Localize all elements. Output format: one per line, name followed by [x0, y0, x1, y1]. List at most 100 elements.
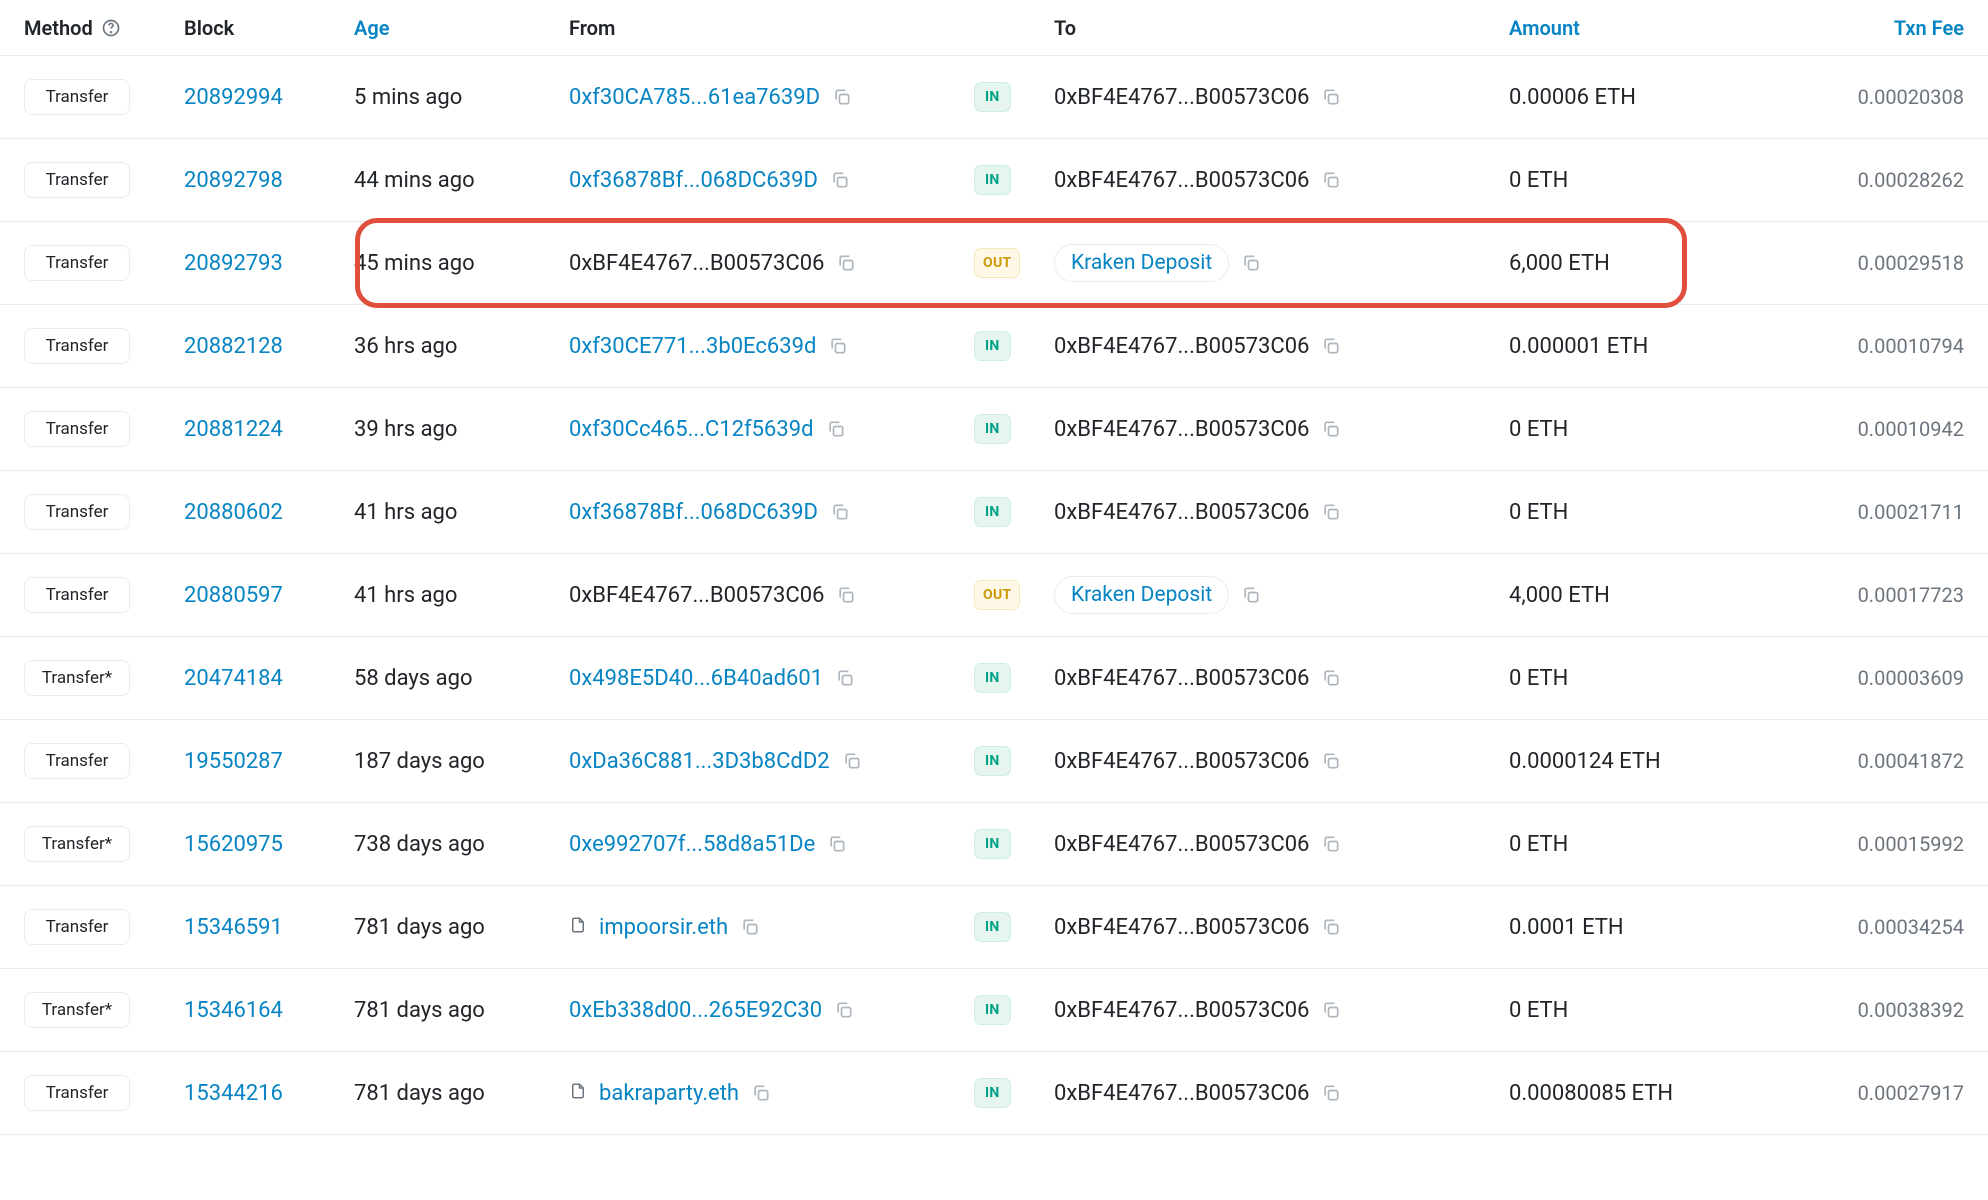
block-link[interactable]: 15346591	[184, 915, 283, 940]
from-address[interactable]: 0xf36878Bf...068DC639D	[569, 500, 818, 525]
block-link[interactable]: 19550287	[184, 749, 283, 774]
amount-value: 0.00080085 ETH	[1509, 1081, 1673, 1106]
from-address[interactable]: 0xf36878Bf...068DC639D	[569, 168, 818, 193]
copy-icon[interactable]	[736, 913, 764, 941]
block-link[interactable]: 20892793	[184, 251, 283, 276]
method-badge[interactable]: Transfer	[24, 743, 130, 779]
block-link[interactable]: 20880602	[184, 500, 283, 525]
copy-icon[interactable]	[826, 498, 854, 526]
amount-value: 0.00006 ETH	[1509, 85, 1636, 110]
method-badge[interactable]: Transfer*	[24, 826, 130, 862]
from-address[interactable]: 0xf30CA785...61ea7639D	[569, 85, 820, 110]
copy-icon[interactable]	[1317, 415, 1345, 443]
from-address[interactable]: bakraparty.eth	[599, 1081, 739, 1106]
amount-value: 0 ETH	[1509, 500, 1568, 525]
amount-value: 0 ETH	[1509, 168, 1568, 193]
method-badge[interactable]: Transfer*	[24, 660, 130, 696]
txn-fee-value: 0.00015992	[1858, 832, 1964, 856]
contract-icon	[569, 1082, 591, 1104]
copy-icon[interactable]	[830, 996, 858, 1024]
block-link[interactable]: 15346164	[184, 998, 283, 1023]
method-badge[interactable]: Transfer	[24, 577, 130, 613]
copy-icon[interactable]	[824, 332, 852, 360]
copy-icon[interactable]	[1317, 913, 1345, 941]
block-link[interactable]: 15620975	[184, 832, 283, 857]
help-icon[interactable]	[101, 18, 121, 38]
method-badge[interactable]: Transfer	[24, 79, 130, 115]
table-row: Transfer15344216781 days agobakraparty.e…	[0, 1052, 1988, 1135]
block-link[interactable]: 20892994	[184, 85, 283, 110]
copy-icon[interactable]	[1317, 996, 1345, 1024]
copy-icon[interactable]	[1317, 498, 1345, 526]
method-badge[interactable]: Transfer	[24, 1075, 130, 1111]
copy-icon[interactable]	[1317, 166, 1345, 194]
from-address: 0xBF4E4767...B00573C06	[569, 251, 824, 276]
from-address[interactable]: 0xDa36C881...3D3b8CdD2	[569, 749, 830, 774]
txn-fee-value: 0.00029518	[1858, 251, 1964, 275]
copy-icon[interactable]	[1317, 1079, 1345, 1107]
from-address[interactable]: 0xe992707f...58d8a51De	[569, 832, 815, 857]
header-amount[interactable]: Amount	[1509, 16, 1769, 40]
block-link[interactable]: 20881224	[184, 417, 283, 442]
from-address[interactable]: 0xf30CE771...3b0Ec639d	[569, 334, 816, 359]
age-text: 738 days ago	[354, 832, 485, 857]
method-badge[interactable]: Transfer	[24, 162, 130, 198]
age-text: 58 days ago	[354, 666, 473, 691]
to-address: 0xBF4E4767...B00573C06	[1054, 749, 1309, 774]
table-row: Transfer208929945 mins ago0xf30CA785...6…	[0, 56, 1988, 139]
copy-icon[interactable]	[828, 83, 856, 111]
txn-fee-value: 0.00021711	[1858, 500, 1964, 524]
header-block: Block	[184, 16, 354, 40]
to-address-label[interactable]: Kraken Deposit	[1054, 576, 1229, 614]
copy-icon[interactable]	[823, 830, 851, 858]
amount-value: 0 ETH	[1509, 417, 1568, 442]
copy-icon[interactable]	[1237, 249, 1265, 277]
copy-icon[interactable]	[1317, 332, 1345, 360]
direction-in-badge: IN	[974, 995, 1011, 1025]
from-address: 0xBF4E4767...B00573C06	[569, 583, 824, 608]
method-badge[interactable]: Transfer	[24, 328, 130, 364]
header-to: To	[1054, 16, 1509, 40]
table-row: Transfer 20892798 44 mins ago 0xf36878Bf...…	[0, 139, 1988, 222]
to-address: 0xBF4E4767...B00573C06	[1054, 832, 1309, 857]
copy-icon[interactable]	[826, 166, 854, 194]
header-method: Method	[24, 16, 184, 40]
copy-icon[interactable]	[1237, 581, 1265, 609]
block-link[interactable]: 20892798	[184, 168, 283, 193]
to-address-label[interactable]: Kraken Deposit	[1054, 244, 1229, 282]
method-badge[interactable]: Transfer	[24, 909, 130, 945]
direction-in-badge: IN	[974, 414, 1011, 444]
copy-icon[interactable]	[1317, 830, 1345, 858]
header-txnfee[interactable]: Txn Fee	[1769, 16, 1964, 40]
copy-icon[interactable]	[838, 747, 866, 775]
copy-icon[interactable]	[1317, 83, 1345, 111]
age-text: 781 days ago	[354, 998, 485, 1023]
block-link[interactable]: 20880597	[184, 583, 283, 608]
copy-icon[interactable]	[831, 664, 859, 692]
method-badge[interactable]: Transfer	[24, 411, 130, 447]
copy-icon[interactable]	[832, 581, 860, 609]
age-text: 44 mins ago	[354, 168, 475, 193]
method-badge[interactable]: Transfer	[24, 494, 130, 530]
copy-icon[interactable]	[747, 1079, 775, 1107]
method-badge[interactable]: Transfer*	[24, 992, 130, 1028]
copy-icon[interactable]	[822, 415, 850, 443]
direction-in-badge: IN	[974, 165, 1011, 195]
block-link[interactable]: 20882128	[184, 334, 283, 359]
copy-icon[interactable]	[1317, 664, 1345, 692]
block-link[interactable]: 20474184	[184, 666, 283, 691]
txn-fee-value: 0.00041872	[1858, 749, 1964, 773]
table-row: Transfer19550287187 days ago0xDa36C881..…	[0, 720, 1988, 803]
from-address[interactable]: 0xf30Cc465...C12f5639d	[569, 417, 814, 442]
table-row: Transfer* 15620975 738 days ago 0xe992707f.…	[0, 803, 1988, 886]
method-badge[interactable]: Transfer	[24, 245, 130, 281]
header-age[interactable]: Age	[354, 16, 569, 40]
from-address[interactable]: 0xEb338d00...265E92C30	[569, 998, 822, 1023]
to-address: 0xBF4E4767...B00573C06	[1054, 666, 1309, 691]
copy-icon[interactable]	[832, 249, 860, 277]
from-address[interactable]: impoorsir.eth	[599, 915, 728, 940]
block-link[interactable]: 15344216	[184, 1081, 283, 1106]
copy-icon[interactable]	[1317, 747, 1345, 775]
transactions-wrapper: Method Block Age From To Amount Txn Fee …	[0, 0, 1988, 1135]
from-address[interactable]: 0x498E5D40...6B40ad601	[569, 666, 823, 691]
